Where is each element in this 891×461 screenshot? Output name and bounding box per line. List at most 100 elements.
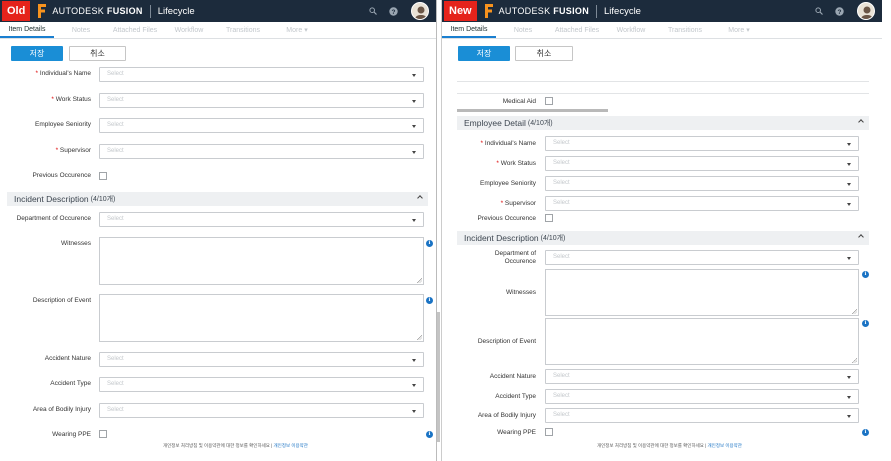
brand-name: AUTODESK — [498, 6, 551, 16]
fusion-logo-icon — [38, 4, 47, 18]
tab-transitions[interactable]: Transitions — [658, 27, 712, 38]
section-count: (4/10개) — [540, 235, 566, 242]
section-count: (4/10개) — [90, 196, 116, 203]
previous-occurence-checkbox[interactable] — [99, 172, 107, 180]
old-pane: Old AUTODESK FUSION Lifecycle ? Item Det… — [0, 0, 437, 461]
resize-grip-icon[interactable] — [852, 358, 857, 363]
brand-product: FUSION — [553, 6, 589, 16]
info-icon[interactable]: i — [862, 320, 869, 327]
work-status-select[interactable]: Select — [99, 93, 424, 108]
help-icon[interactable]: ? — [831, 3, 847, 19]
employee-seniority-label: Employee Seniority — [35, 121, 91, 128]
witnesses-textarea[interactable] — [545, 269, 859, 316]
brand-product: FUSION — [106, 6, 143, 16]
supervisor-select[interactable]: Select — [545, 196, 859, 211]
caret-down-icon — [412, 74, 416, 77]
witnesses-textarea[interactable] — [99, 237, 424, 285]
chevron-up-icon — [858, 119, 864, 125]
divider — [596, 4, 597, 18]
top-bar: Old AUTODESK FUSION Lifecycle ? — [0, 0, 436, 22]
divider — [457, 81, 869, 82]
area-of-bodily-injury-select[interactable]: Select — [99, 403, 424, 418]
search-icon[interactable] — [811, 3, 827, 19]
caret-down-icon — [847, 203, 851, 206]
department-select[interactable]: Select — [545, 250, 859, 265]
caret-down-icon — [847, 415, 851, 418]
incident-description-section[interactable]: Incident Description (4/10개) — [7, 192, 428, 206]
resize-grip-icon[interactable] — [852, 309, 857, 314]
chevron-down-icon: ▾ — [746, 27, 750, 34]
tab-more[interactable]: More ▾ — [270, 26, 324, 38]
horizontal-scrollbar[interactable] — [457, 109, 608, 112]
tab-transitions[interactable]: Transitions — [216, 27, 270, 38]
incident-description-section[interactable]: Incident Description (4/10개) — [457, 231, 869, 245]
old-scrollbar-thumb[interactable] — [437, 312, 440, 442]
divider — [457, 93, 869, 94]
description-of-event-textarea[interactable] — [99, 294, 424, 342]
tab-workflow[interactable]: Workflow — [604, 27, 658, 38]
accident-nature-select[interactable]: Select — [545, 369, 859, 384]
individuals-name-select[interactable]: Select — [99, 67, 424, 82]
employee-seniority-select[interactable]: Select — [545, 176, 859, 191]
top-bar: New AUTODESK FUSION Lifecycle ? — [442, 0, 882, 22]
work-status-select[interactable]: Select — [545, 156, 859, 171]
tab-bar: Item Details Notes Attached Files Workfl… — [0, 22, 436, 39]
info-icon[interactable]: i — [862, 429, 869, 436]
tab-notes[interactable]: Notes — [496, 27, 550, 38]
save-button[interactable]: 저장 — [458, 46, 510, 61]
medical-aid-label: Medical Aid — [502, 98, 536, 105]
info-icon[interactable]: i — [862, 271, 869, 278]
tab-item-details[interactable]: Item Details — [0, 26, 54, 38]
supervisor-select[interactable]: Select — [99, 144, 424, 159]
cancel-button[interactable]: 취소 — [69, 46, 126, 61]
work-status-label: * Work Status — [51, 96, 91, 103]
accident-type-select[interactable]: Select — [545, 389, 859, 404]
previous-occurence-checkbox[interactable] — [545, 214, 553, 222]
tab-attached-files[interactable]: Attached Files — [550, 27, 604, 38]
tab-item-details[interactable]: Item Details — [442, 26, 496, 38]
area-of-bodily-injury-label: Area of Bodily Injury — [477, 412, 536, 419]
avatar[interactable] — [857, 2, 875, 20]
save-button[interactable]: 저장 — [11, 46, 63, 61]
resize-grip-icon[interactable] — [417, 278, 422, 283]
medical-aid-checkbox[interactable] — [545, 97, 553, 105]
svg-text:?: ? — [837, 9, 841, 16]
employee-detail-section[interactable]: Employee Detail (4/10개) — [457, 116, 869, 130]
tab-more[interactable]: More ▾ — [712, 26, 766, 38]
employee-seniority-select[interactable]: Select — [99, 118, 424, 133]
footer-link[interactable]: 이용약관 — [291, 443, 308, 448]
caret-down-icon — [847, 257, 851, 260]
accident-type-label: Accident Type — [50, 380, 91, 387]
brand-name: AUTODESK — [52, 6, 105, 16]
department-select[interactable]: Select — [99, 212, 424, 227]
tab-workflow[interactable]: Workflow — [162, 27, 216, 38]
caret-down-icon — [412, 219, 416, 222]
accident-nature-select[interactable]: Select — [99, 352, 424, 367]
wearing-ppe-checkbox[interactable] — [545, 428, 553, 436]
help-icon[interactable]: ? — [385, 3, 401, 19]
wearing-ppe-checkbox[interactable] — [99, 430, 107, 438]
description-of-event-textarea[interactable] — [545, 318, 859, 365]
tab-notes[interactable]: Notes — [54, 27, 108, 38]
tab-attached-files[interactable]: Attached Files — [108, 27, 162, 38]
individuals-name-select[interactable]: Select — [545, 136, 859, 151]
avatar[interactable] — [411, 2, 429, 20]
wearing-ppe-label: Wearing PPE — [497, 429, 536, 436]
tab-more-label: More — [286, 27, 303, 34]
info-icon[interactable]: i — [426, 431, 433, 438]
resize-grip-icon[interactable] — [417, 335, 422, 340]
info-icon[interactable]: i — [426, 297, 433, 304]
info-icon[interactable]: i — [426, 240, 433, 247]
area-of-bodily-injury-select[interactable]: Select — [545, 408, 859, 423]
brand: AUTODESK FUSION — [499, 6, 589, 16]
search-icon[interactable] — [365, 3, 381, 19]
accident-type-select[interactable]: Select — [99, 377, 424, 392]
caret-down-icon — [847, 396, 851, 399]
footer-link[interactable]: 개인정보 — [708, 443, 725, 448]
witnesses-label: Witnesses — [61, 240, 91, 247]
footer-link[interactable]: 이용약관 — [725, 443, 742, 448]
employee-seniority-label: Employee Seniority — [480, 180, 536, 187]
footer-link[interactable]: 개인정보 — [274, 443, 291, 448]
caret-down-icon — [847, 376, 851, 379]
cancel-button[interactable]: 취소 — [515, 46, 573, 61]
